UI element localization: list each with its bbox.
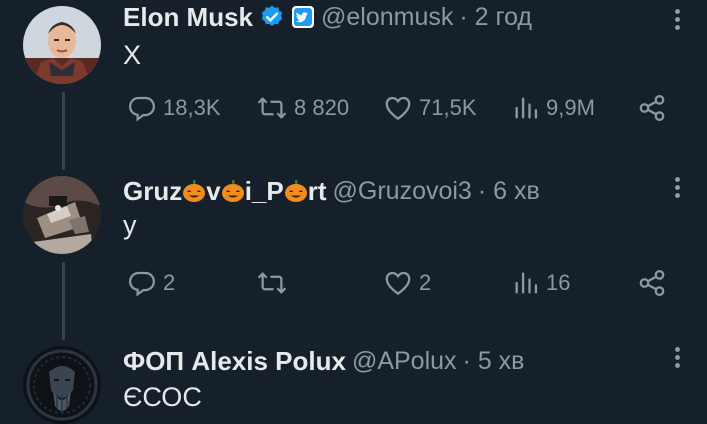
- retweet-icon: [258, 97, 286, 119]
- share-icon: [639, 270, 665, 296]
- avatar[interactable]: [23, 346, 101, 424]
- author-handle[interactable]: @Gruzovoi3: [333, 177, 472, 206]
- more-icon[interactable]: [670, 344, 684, 372]
- like-icon: [385, 271, 411, 295]
- like-icon: [385, 96, 411, 120]
- like-button[interactable]: 71,5K: [383, 93, 477, 123]
- tweet-time[interactable]: · 5 хв: [463, 347, 525, 376]
- retweet-icon: [258, 272, 286, 294]
- tweet-apolux[interactable]: ФОП Alexis Polux @APolux · 5 хв ЄСОС: [0, 340, 707, 424]
- tweet-actions: 18,3K 8 820 71,5K 9,9M: [0, 93, 707, 127]
- reply-icon: [128, 271, 156, 297]
- retweet-button[interactable]: [256, 268, 294, 298]
- views-count: 16: [546, 270, 571, 295]
- like-button[interactable]: 2: [383, 268, 431, 298]
- like-count: 2: [419, 270, 432, 295]
- reply-button[interactable]: 2: [127, 268, 175, 298]
- tweet-gruzovoi3[interactable]: Gruz v i_P rt @Gruzovoi3 · 6 хв у 2 2 16: [0, 170, 707, 340]
- avatar[interactable]: [23, 6, 101, 84]
- reply-icon: [128, 96, 156, 122]
- tweet-time[interactable]: · 2 год: [459, 3, 532, 32]
- author-name[interactable]: Gruz v i_P rt: [123, 176, 327, 207]
- author-name-part-2: v: [206, 175, 221, 206]
- tweet-actions: 2 2 16: [0, 268, 707, 302]
- author-name-part-4: rt: [307, 175, 327, 206]
- pumpkin-icon: [221, 179, 244, 202]
- author-name[interactable]: ФОП Alexis Polux: [123, 346, 346, 377]
- retweet-count: 8 820: [294, 95, 350, 120]
- views-icon: [515, 97, 538, 119]
- views-icon: [515, 272, 538, 294]
- tweet-text: ЄСОС: [123, 382, 202, 412]
- tweet-text: X: [123, 40, 142, 70]
- share-icon: [639, 95, 665, 121]
- author-name-part-3: i_P: [244, 175, 284, 206]
- tweet-elonmusk[interactable]: Elon Musk @elonmusk · 2 год X 18,3K 8 82…: [0, 0, 707, 170]
- views-button[interactable]: 16: [512, 268, 570, 298]
- avatar[interactable]: [23, 176, 101, 254]
- author-name-part-1: Gruz: [123, 175, 183, 206]
- views-count: 9,9M: [546, 95, 595, 120]
- square-badge-icon: [292, 6, 315, 28]
- reply-button[interactable]: 18,3K: [127, 93, 221, 123]
- more-icon[interactable]: [670, 6, 684, 34]
- author-handle[interactable]: @APolux: [352, 347, 457, 376]
- reply-count: 2: [163, 270, 176, 295]
- like-count: 71,5K: [419, 95, 477, 120]
- pumpkin-icon: [284, 179, 307, 202]
- tweet-text: у: [123, 210, 137, 240]
- author-name[interactable]: Elon Musk: [123, 2, 253, 33]
- share-button[interactable]: [637, 93, 667, 123]
- views-button[interactable]: 9,9M: [512, 93, 595, 123]
- more-icon[interactable]: [670, 174, 684, 202]
- verified-badge-icon: [261, 5, 283, 26]
- share-button[interactable]: [637, 268, 667, 298]
- tweet-time[interactable]: · 6 хв: [478, 177, 540, 206]
- retweet-button[interactable]: 8 820: [256, 93, 349, 123]
- author-handle[interactable]: @elonmusk: [321, 3, 453, 32]
- pumpkin-icon: [183, 179, 206, 202]
- reply-count: 18,3K: [163, 95, 221, 120]
